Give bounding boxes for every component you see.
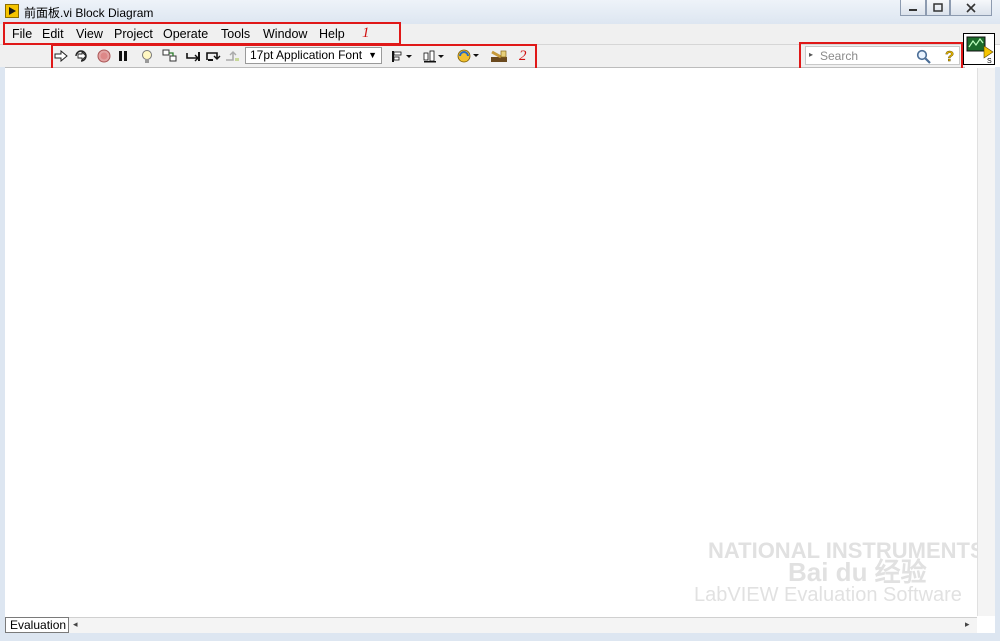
annotation-box-toolbar [51,44,537,70]
window-frame-bottom [0,633,1000,641]
horizontal-scrollbar[interactable]: ◂ ▸ [5,617,977,633]
labview-vi-icon [5,4,19,18]
minimize-icon [909,8,917,11]
close-button[interactable] [950,0,992,16]
window-frame-right [995,67,1000,633]
evaluation-watermark: NATIONAL INSTRUMENTS Bai du 经验 LabVIEW E… [668,532,985,617]
annotation-number-1: 1 [362,25,370,41]
scroll-left-icon[interactable]: ◂ [73,619,78,630]
restore-icon [933,3,943,12]
svg-text:S: S [987,58,992,64]
annotation-number-2: 2 [519,48,527,64]
vertical-scrollbar[interactable] [977,68,995,616]
restore-button[interactable] [926,0,950,16]
watermark-evaluation-text: LabVIEW Evaluation Software [694,584,962,606]
minimize-button[interactable] [900,0,926,16]
scroll-right-icon[interactable]: ▸ [965,619,970,630]
vi-connector-icon[interactable]: S [963,33,995,65]
annotation-box-menu [3,22,401,45]
evaluation-label: Evaluation [5,617,69,633]
window-title: 前面板.vi Block Diagram [24,6,154,20]
close-icon [966,2,976,13]
